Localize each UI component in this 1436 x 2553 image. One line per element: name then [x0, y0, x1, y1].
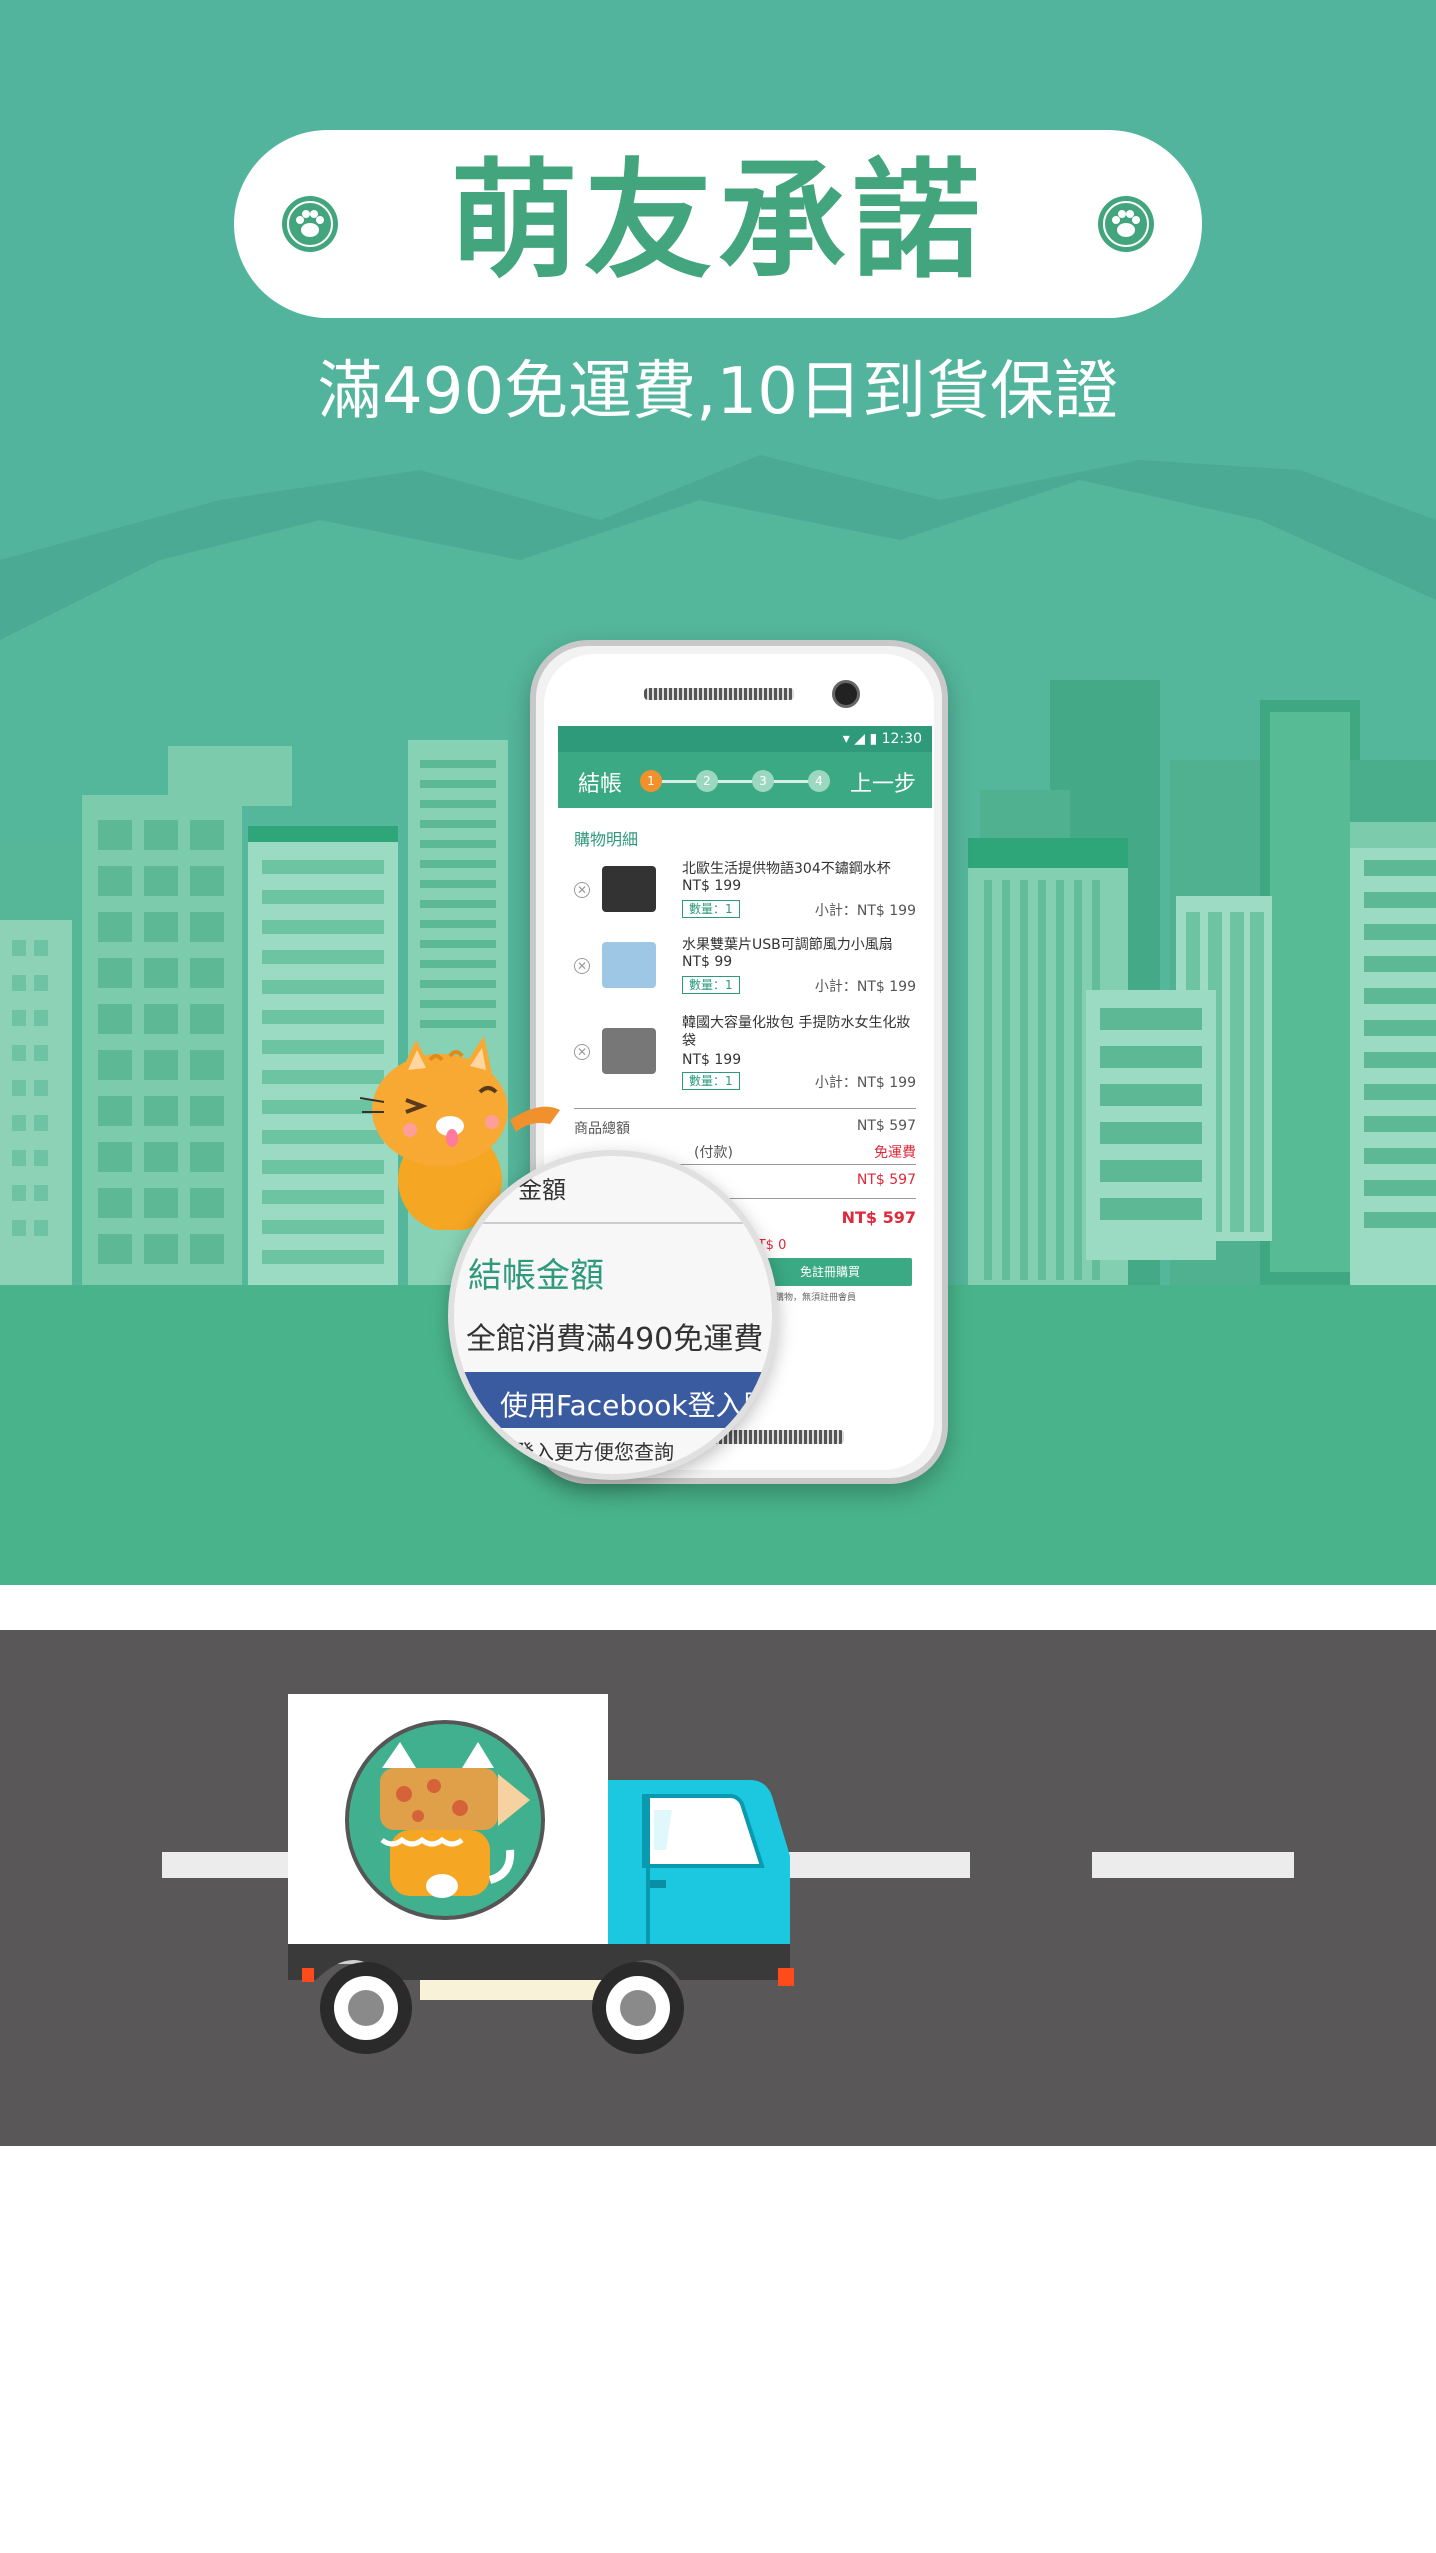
paw-icon: [1098, 196, 1154, 252]
phone-speaker: [644, 688, 794, 700]
app-bar-title: 結帳: [578, 772, 623, 797]
facebook-login-button[interactable]: 使用Facebook登入購: [454, 1372, 772, 1428]
shipping-value: 免運費: [874, 1145, 916, 1161]
promo-banner: 萌友承諾 滿490免運費,10日到貨保證 ▾ ◢ ▮ 12:30 結帳 1 2: [0, 0, 1436, 1585]
title-banner: 萌友承諾: [234, 130, 1202, 318]
product-price: NT$ 199: [682, 878, 742, 894]
discount-value: NT$ 0: [748, 1238, 787, 1253]
page-subtitle: 滿490免運費,10日到貨保證: [318, 355, 1118, 429]
checkout-steps: 1 2 3 4: [640, 770, 830, 792]
magnified-total-label: 金額: [518, 1176, 566, 1204]
step-indicator: 1: [640, 770, 662, 792]
product-thumbnail: [602, 866, 656, 912]
phone-camera: [832, 680, 860, 708]
product-price: NT$ 99: [682, 954, 733, 970]
product-thumbnail: [602, 942, 656, 988]
product-subtotal: 小計：NT$ 199: [814, 979, 916, 995]
product-total-row: 商品總額 NT$ 597: [574, 1118, 916, 1138]
cat-pencil-logo-icon: [345, 1720, 545, 1920]
step-indicator: 2: [696, 770, 718, 792]
product-name: 韓國大容量化妝包 手提防水女生化妝袋: [682, 1015, 911, 1049]
remove-icon[interactable]: ✕: [574, 882, 590, 898]
product-subtotal: 小計：NT$ 199: [814, 903, 916, 919]
magnifier-callout: 金額 結帳金額 全館消費滿490免運費 使用Facebook登入購 登入更方便您…: [448, 1150, 778, 1480]
product-name: 水果雙葉片USB可調節風力小風扇: [682, 937, 893, 953]
magnified-checkout-label: 結帳金額: [468, 1256, 604, 1296]
status-time: 12:30: [881, 731, 922, 747]
step-indicator: 4: [808, 770, 830, 792]
facebook-login-label: 使用Facebook登入購: [500, 1389, 772, 1422]
road-lane-marking: [1092, 1852, 1294, 1878]
quantity-stepper[interactable]: 數量：1: [682, 900, 740, 918]
grand-total-value: NT$ 597: [856, 1172, 916, 1188]
app-bar: 結帳 1 2 3 4 上一步: [558, 752, 932, 808]
product-total-value: NT$ 597: [856, 1118, 916, 1134]
remove-icon[interactable]: ✕: [574, 958, 590, 974]
checkout-total-value: NT$ 597: [841, 1208, 916, 1227]
quantity-stepper[interactable]: 數量：1: [682, 1072, 740, 1090]
magnified-promo-text: 全館消費滿490免運費: [466, 1322, 764, 1357]
product-total-label: 商品總額: [574, 1121, 630, 1137]
quantity-stepper[interactable]: 數量：1: [682, 976, 740, 994]
list-item: ✕ 韓國大容量化妝包 手提防水女生化妝袋 NT$ 199 數量：1 小計：NT$…: [558, 1014, 932, 1091]
page-title: 萌友承諾: [449, 147, 986, 296]
status-bar: ▾ ◢ ▮ 12:30: [558, 726, 932, 752]
list-item: ✕ 水果雙葉片USB可調節風力小風扇 NT$ 99 數量：1 小計：NT$ 19…: [558, 936, 932, 1006]
product-name: 北歐生活提供物語304不鏽鋼水杯: [682, 861, 891, 877]
product-thumbnail: [602, 1028, 656, 1074]
product-price: NT$ 199: [682, 1052, 742, 1068]
product-subtotal: 小計：NT$ 199: [814, 1075, 916, 1091]
section-label: 購物明細: [574, 830, 639, 849]
facebook-login-subtext: 登入更方便您查詢: [514, 1440, 674, 1464]
delivery-truck-icon: [288, 1694, 794, 2054]
step-indicator: 3: [752, 770, 774, 792]
back-button[interactable]: 上一步: [850, 766, 916, 798]
list-item: ✕ 北歐生活提供物語304不鏽鋼水杯 NT$ 199 數量：1 小計：NT$ 1…: [558, 860, 932, 930]
